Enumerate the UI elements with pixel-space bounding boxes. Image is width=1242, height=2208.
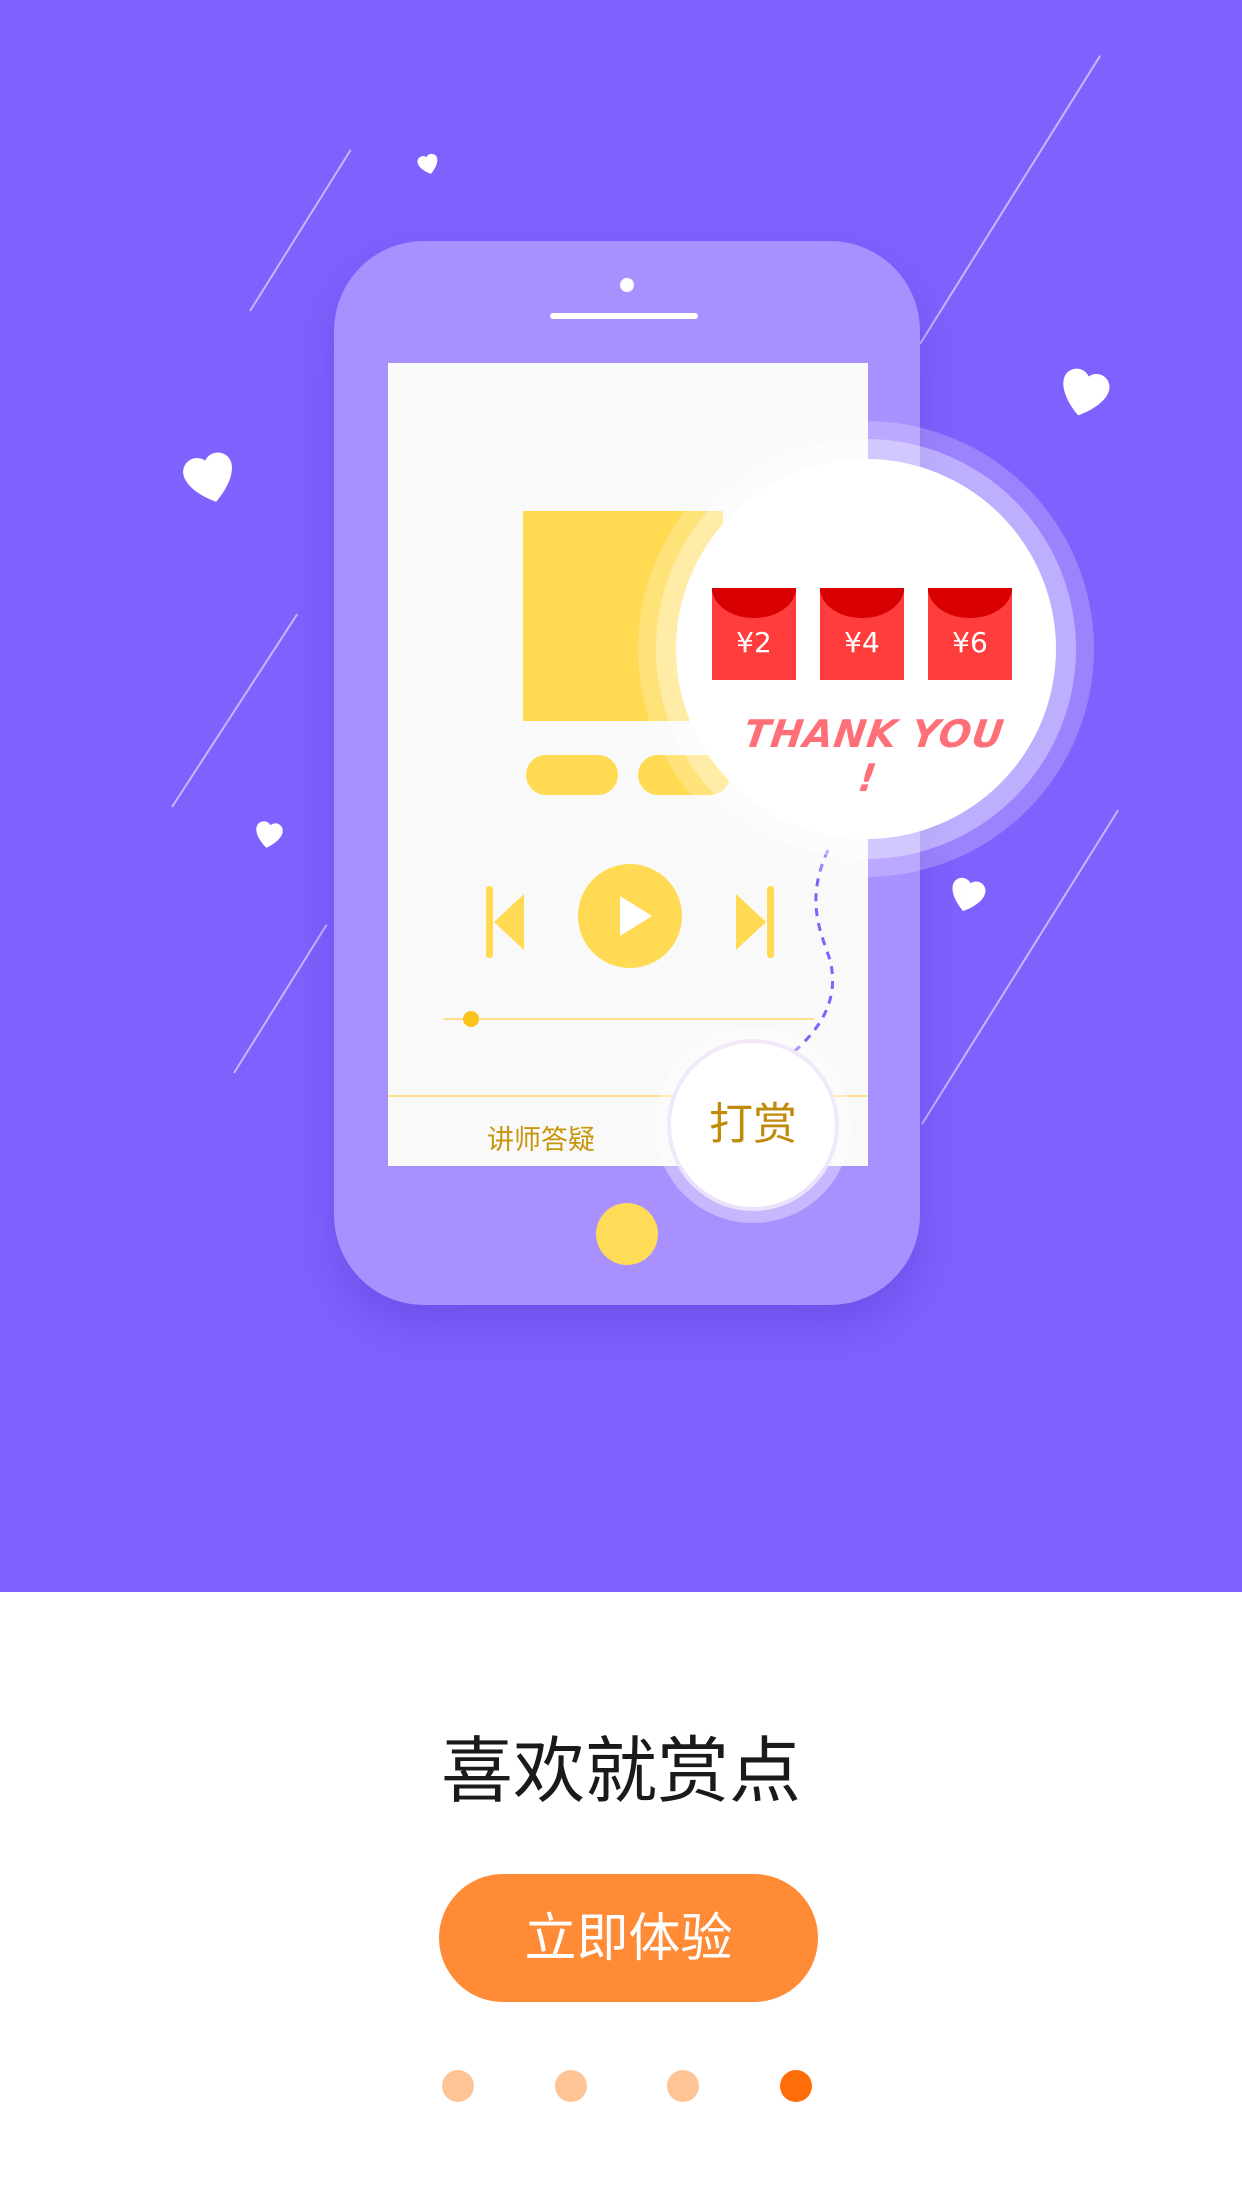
envelope-amount: ¥6 bbox=[952, 626, 988, 659]
page-indicator-dot[interactable] bbox=[442, 2070, 474, 2102]
envelope-flap bbox=[712, 588, 796, 618]
page-indicator-dot[interactable] bbox=[555, 2070, 587, 2102]
envelope-flap bbox=[820, 588, 904, 618]
envelope-amount: ¥2 bbox=[736, 626, 772, 659]
thank-you-message: THANK YOU ! bbox=[741, 712, 1008, 800]
dashed-connector bbox=[789, 849, 835, 1057]
red-envelope[interactable]: ¥4 bbox=[820, 588, 904, 680]
red-envelope[interactable]: ¥6 bbox=[928, 588, 1012, 680]
hero-illustration: 讲师答疑 打赏 ¥2 ¥4 ¥6 THANK YOU ! bbox=[0, 0, 1242, 1592]
try-now-button[interactable]: 立即体验 bbox=[439, 1874, 818, 2002]
page-indicator-dot-active[interactable] bbox=[780, 2070, 812, 2102]
envelope-flap bbox=[928, 588, 1012, 618]
tip-button-label[interactable]: 打赏 bbox=[671, 1043, 835, 1207]
page-title: 喜欢就赏点 bbox=[440, 1729, 801, 1813]
envelope-amount: ¥4 bbox=[844, 626, 880, 659]
page-indicator-dot[interactable] bbox=[667, 2070, 699, 2102]
red-envelope[interactable]: ¥2 bbox=[712, 588, 796, 680]
